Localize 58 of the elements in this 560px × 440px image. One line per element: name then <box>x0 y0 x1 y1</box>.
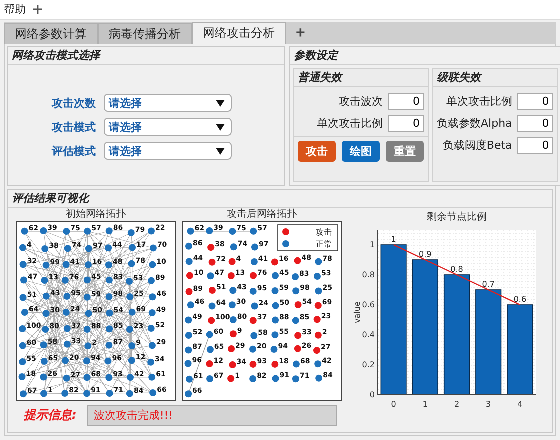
tick-label: 0.2 <box>362 360 375 370</box>
field-label: 单次攻击比例 <box>446 94 512 109</box>
legend-label: 攻击 <box>316 228 332 237</box>
number-field[interactable]: 0 <box>517 137 554 154</box>
action-button[interactable]: 绘图 <box>342 141 380 162</box>
field-label: 单次攻击比例 <box>317 116 383 131</box>
data-label: 0.7 <box>482 280 495 289</box>
tick-label: 0.4 <box>362 330 375 340</box>
panel-title: 参数设定 <box>290 47 560 65</box>
panel-title: 级联失效 <box>433 69 558 87</box>
tick-label: 2 <box>454 400 460 409</box>
caret-icon <box>216 124 225 130</box>
data-label: 0.9 <box>419 250 432 259</box>
dropdown[interactable]: 请选择 <box>104 94 232 112</box>
tick-label: 1 <box>422 400 428 409</box>
caret-icon <box>216 148 225 154</box>
plot-title: 初始网络拓扑 <box>66 208 126 221</box>
message-label: 提示信息: <box>24 407 77 424</box>
tab[interactable]: 病毒传播分析 <box>98 23 192 44</box>
add-tab-button[interactable]: + <box>286 23 316 44</box>
tick-label: 3 <box>486 400 492 409</box>
tick-label: 0 <box>391 400 396 409</box>
number-field[interactable]: 0 <box>517 93 554 110</box>
field-label: 负载参数Alpha <box>437 116 512 131</box>
action-button[interactable]: 重置 <box>386 141 424 162</box>
panel-title: 网络攻击模式选择 <box>8 47 284 65</box>
data-label: 0.8 <box>450 265 464 274</box>
action-button[interactable]: 攻击 <box>298 141 336 162</box>
tab[interactable]: 网络攻击分析 <box>192 22 286 44</box>
field-label: 负载阈度Beta <box>442 138 512 153</box>
field-label: 攻击模式 <box>50 120 96 134</box>
field-label: 攻击次数 <box>50 96 96 110</box>
field-label: 评估模式 <box>50 144 96 158</box>
number-field[interactable]: 0 <box>517 115 554 132</box>
axis-label: value <box>353 302 362 324</box>
dropdown[interactable]: 请选择 <box>104 118 232 136</box>
number-field[interactable]: 0 <box>388 115 424 132</box>
tick-label: 0.6 <box>362 300 375 310</box>
panel-title: 普通失效 <box>294 69 428 87</box>
status-message: 波次攻击完成!!! <box>86 405 337 426</box>
tick-label: 1 <box>370 240 375 250</box>
data-label: 0.6 <box>514 295 527 304</box>
tick-label: 4 <box>518 400 523 409</box>
data-label: 1 <box>391 235 396 244</box>
plot-title: 攻击后网络拓扑 <box>227 208 297 221</box>
chart-title: 剩余节点比例 <box>427 212 487 223</box>
tick-label: 0 <box>370 390 375 400</box>
tab[interactable]: 网络参数计算 <box>4 23 98 44</box>
number-field[interactable]: 0 <box>388 93 424 110</box>
menu-item[interactable]: 帮助 <box>4 2 26 17</box>
add-menu-button[interactable]: + <box>32 2 44 18</box>
legend-label: 正常 <box>316 240 332 249</box>
tick-label: 0.8 <box>362 270 375 280</box>
dropdown[interactable]: 请选择 <box>104 142 232 160</box>
field-label: 攻击波次 <box>339 94 383 109</box>
caret-icon <box>216 100 225 106</box>
legend-box <box>278 224 338 252</box>
panel-title: 评估结果可视化 <box>8 190 552 208</box>
